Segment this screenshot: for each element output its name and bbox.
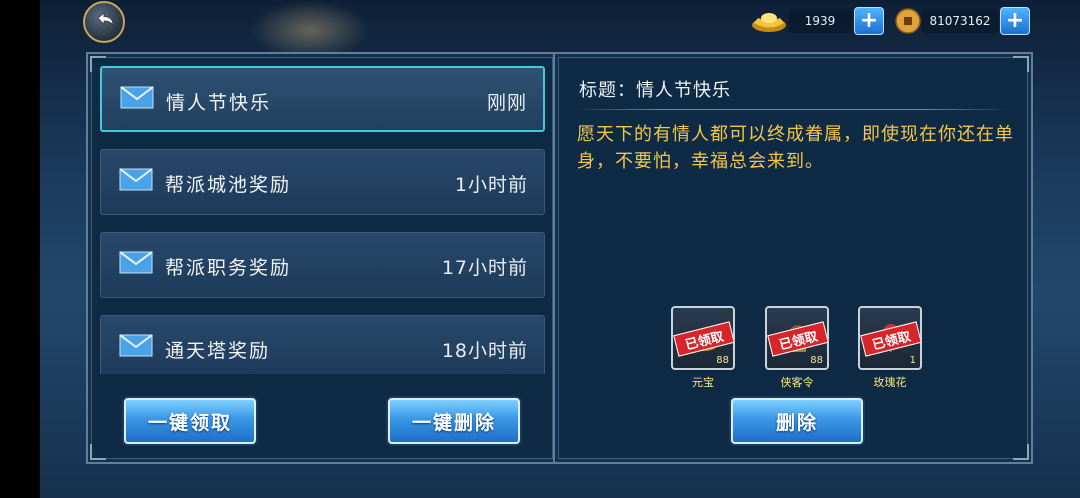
ingot-currency: 1939 + xyxy=(750,6,884,36)
gold-ingot-icon xyxy=(752,13,786,32)
envelope-icon xyxy=(120,86,154,109)
mail-item[interactable]: 通天塔奖励 18小时前 xyxy=(100,315,545,374)
item-name: 元宝 xyxy=(692,376,714,389)
attachment-slot[interactable]: 已领取 88 xyxy=(765,306,829,370)
ingot-amount: 1939 xyxy=(788,9,852,33)
title-divider xyxy=(572,109,1012,110)
mail-time: 刚刚 xyxy=(486,92,527,114)
panel-corner xyxy=(1013,56,1029,72)
background-lantern-glow xyxy=(250,0,370,60)
mail-time: 17小时前 xyxy=(441,257,528,279)
mail-time: 1小时前 xyxy=(454,174,528,196)
attachment-slot[interactable]: 已领取 88 xyxy=(671,306,735,370)
coin-icon xyxy=(895,8,921,34)
item-quantity: 1 xyxy=(909,355,916,366)
mail-detail-title: 标题：情人节快乐 xyxy=(579,80,731,101)
mail-title: 帮派职务奖励 xyxy=(165,257,292,279)
claim-all-button[interactable]: 一键领取 xyxy=(124,398,256,444)
coin-currency: 81073162 + xyxy=(894,6,1030,36)
back-button[interactable] xyxy=(83,1,125,43)
mail-title: 帮派城池奖励 xyxy=(165,174,292,196)
add-ingot-button[interactable]: + xyxy=(854,7,884,35)
back-arrow-icon xyxy=(97,12,114,27)
coin-amount: 81073162 xyxy=(922,9,998,33)
envelope-icon xyxy=(119,168,153,191)
delete-button[interactable]: 删除 xyxy=(731,398,863,444)
mail-item[interactable]: 帮派职务奖励 17小时前 xyxy=(100,232,545,298)
item-name: 玫瑰花 xyxy=(873,376,907,389)
panel-corner xyxy=(1013,444,1029,460)
attachment-slot[interactable]: 已领取 1 xyxy=(858,306,922,370)
item-quantity: 88 xyxy=(810,355,823,366)
left-black-bar xyxy=(0,0,40,498)
mail-title: 通天塔奖励 xyxy=(165,340,271,362)
mail-item[interactable]: 帮派城池奖励 1小时前 xyxy=(100,149,545,215)
panel-corner xyxy=(90,444,106,460)
item-name: 侠客令 xyxy=(780,376,814,389)
mail-list[interactable]: 情人节快乐 刚刚 帮派城池奖励 1小时前 帮派职务奖励 17小时前 通天塔奖励 … xyxy=(100,66,545,374)
delete-all-button[interactable]: 一键删除 xyxy=(388,398,520,444)
mail-item[interactable]: 情人节快乐 刚刚 xyxy=(100,66,545,132)
envelope-icon xyxy=(119,251,153,274)
envelope-icon xyxy=(119,334,153,357)
mail-time: 18小时前 xyxy=(441,340,528,362)
mail-detail-body: 愿天下的有情人都可以终成眷属，即使现在你还在单身，不要怕，幸福总会来到。 xyxy=(577,124,1014,172)
item-quantity: 88 xyxy=(716,355,729,366)
add-coin-button[interactable]: + xyxy=(1000,7,1030,35)
mail-title: 情人节快乐 xyxy=(166,92,272,114)
